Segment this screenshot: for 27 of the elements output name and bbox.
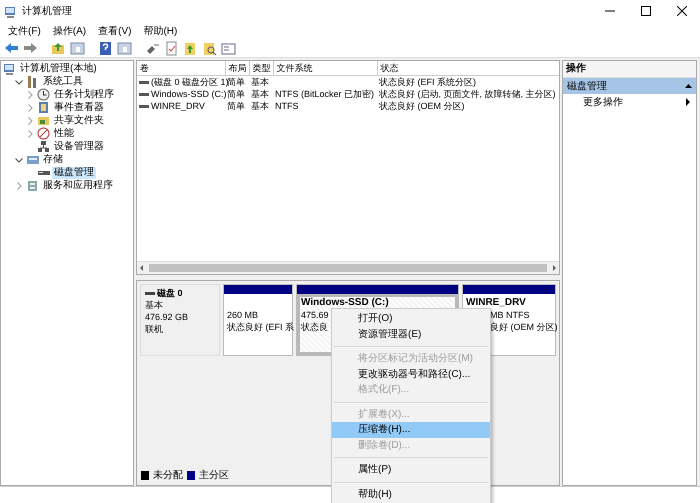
table-cell-text: 基本	[250, 88, 270, 100]
disk-type: 基本	[145, 299, 164, 311]
table-cell-text: NTFS (BitLocker 已加密)	[274, 88, 376, 100]
table-cell-text: NTFS	[274, 100, 300, 112]
partition-detail: 状态良好 (EFI 系	[227, 321, 294, 333]
legend-label: 未分配	[153, 468, 183, 482]
table-cell-text: 简单	[226, 100, 246, 112]
legend-label: 主分区	[199, 468, 229, 482]
table-cell-text: 状态良好 (OEM 分区)	[378, 100, 466, 112]
partition-title: WINRE_DRV	[466, 297, 526, 309]
table-cell: 状态良好 (EFI 系统分区)	[377, 76, 559, 88]
partition-detail: 475.69	[301, 309, 329, 321]
disk-size: 476.92 GB	[145, 311, 190, 323]
table-cell: WINRE_DRV	[151, 100, 205, 112]
partition-detail: 260 MB	[227, 309, 258, 321]
table-cell: Windows-SSD (C:)	[151, 88, 227, 100]
table-cell: (磁盘 0 磁盘分区 1)	[151, 76, 229, 88]
table-cell: 基本	[249, 76, 273, 88]
table-cell-text: 状态良好 (启动, 页面文件, 故障转储, 主分区)	[378, 88, 556, 100]
partition-detail: 良好 (OEM 分区)	[490, 321, 558, 333]
disk-name: 磁盘 0	[157, 287, 183, 299]
window-title: 计算机管理	[22, 4, 72, 18]
disk-status: 联机	[145, 323, 164, 335]
partition-detail: 状态良	[301, 321, 328, 333]
pane-header: 操作	[563, 61, 696, 78]
table-cell-text: 基本	[250, 100, 270, 112]
partition-title: Windows-SSD (C:)	[301, 297, 389, 309]
